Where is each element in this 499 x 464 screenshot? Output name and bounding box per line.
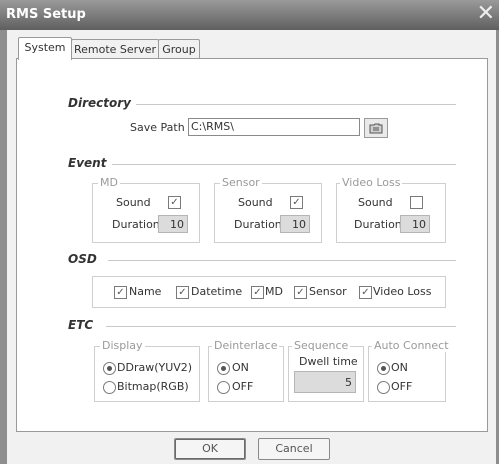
group-box-video-loss	[336, 183, 446, 243]
osd-video-loss-label: Video Loss	[373, 285, 432, 298]
display-ddraw-label: DDraw(YUV2)	[117, 361, 193, 374]
osd-video-loss-checkbox[interactable]: ✓	[359, 286, 372, 299]
section-title-directory: Directory	[68, 96, 131, 110]
section-title-etc: ETC	[68, 318, 94, 332]
group-label-sequence: Sequence	[292, 339, 351, 352]
deinterlace-on-radio[interactable]	[217, 362, 230, 375]
sensor-sound-checkbox[interactable]: ✓	[290, 196, 303, 209]
video-loss-duration-value[interactable]: 10	[400, 215, 430, 233]
section-divider	[108, 260, 456, 261]
group-label-display: Display	[100, 339, 145, 352]
dwell-time-label: Dwell time	[299, 355, 358, 368]
group-box-sensor	[214, 183, 322, 243]
md-duration-value[interactable]: 10	[158, 215, 188, 233]
auto-connect-on-radio[interactable]	[377, 362, 390, 375]
deinterlace-on-label: ON	[232, 361, 249, 374]
auto-connect-off-label: OFF	[391, 380, 413, 393]
tab-group[interactable]: Group	[158, 39, 200, 59]
display-bitmap-radio[interactable]	[103, 381, 116, 394]
group-box-md	[92, 183, 200, 243]
osd-datetime-checkbox[interactable]: ✓	[176, 286, 189, 299]
md-duration-label: Duration	[112, 218, 160, 231]
osd-md-checkbox[interactable]: ✓	[251, 286, 264, 299]
tab-system[interactable]: System	[18, 37, 72, 60]
deinterlace-off-label: OFF	[232, 380, 254, 393]
tab-remote-server[interactable]: Remote Server	[71, 39, 159, 59]
sensor-duration-value[interactable]: 10	[280, 215, 310, 233]
section-divider	[112, 164, 456, 165]
osd-md-label: MD	[265, 285, 283, 298]
deinterlace-off-radio[interactable]	[217, 381, 230, 394]
dwell-time-value[interactable]: 5	[294, 371, 356, 393]
section-title-osd: OSD	[68, 252, 97, 266]
window-title: RMS Setup	[6, 7, 86, 22]
group-label-sensor: Sensor	[220, 176, 262, 189]
group-label-md: MD	[98, 176, 120, 189]
osd-sensor-checkbox[interactable]: ✓	[294, 286, 307, 299]
window-border-left	[0, 30, 7, 464]
video-loss-sound-checkbox[interactable]	[410, 196, 423, 209]
display-ddraw-radio[interactable]	[103, 362, 116, 375]
display-bitmap-label: Bitmap(RGB)	[117, 380, 189, 393]
osd-name-label: Name	[129, 285, 162, 298]
cancel-button[interactable]: Cancel	[258, 438, 330, 460]
folder-browse-button[interactable]	[364, 118, 388, 138]
save-path-label: Save Path	[130, 121, 185, 134]
group-label-video-loss: Video Loss	[340, 176, 403, 189]
md-sound-label: Sound	[116, 196, 151, 209]
section-divider	[106, 326, 456, 327]
osd-datetime-label: Datetime	[191, 285, 243, 298]
group-label-deinterlace: Deinterlace	[212, 339, 280, 352]
section-divider	[136, 104, 456, 105]
group-label-auto-connect: Auto Connect	[372, 339, 451, 352]
sensor-sound-label: Sound	[238, 196, 273, 209]
video-loss-duration-label: Duration	[354, 218, 402, 231]
osd-name-checkbox[interactable]: ✓	[114, 286, 127, 299]
close-icon[interactable]: ✕	[477, 3, 495, 25]
folder-browse-icon	[369, 123, 383, 134]
video-loss-sound-label: Sound	[358, 196, 393, 209]
save-path-input[interactable]: C:\RMS\	[188, 118, 360, 136]
section-title-event: Event	[68, 156, 107, 170]
sensor-duration-label: Duration	[234, 218, 282, 231]
ok-button[interactable]: OK	[174, 438, 246, 460]
md-sound-checkbox[interactable]: ✓	[168, 196, 181, 209]
osd-sensor-label: Sensor	[309, 285, 347, 298]
title-bar: RMS Setup ✕	[0, 0, 499, 30]
auto-connect-on-label: ON	[391, 361, 408, 374]
auto-connect-off-radio[interactable]	[377, 381, 390, 394]
